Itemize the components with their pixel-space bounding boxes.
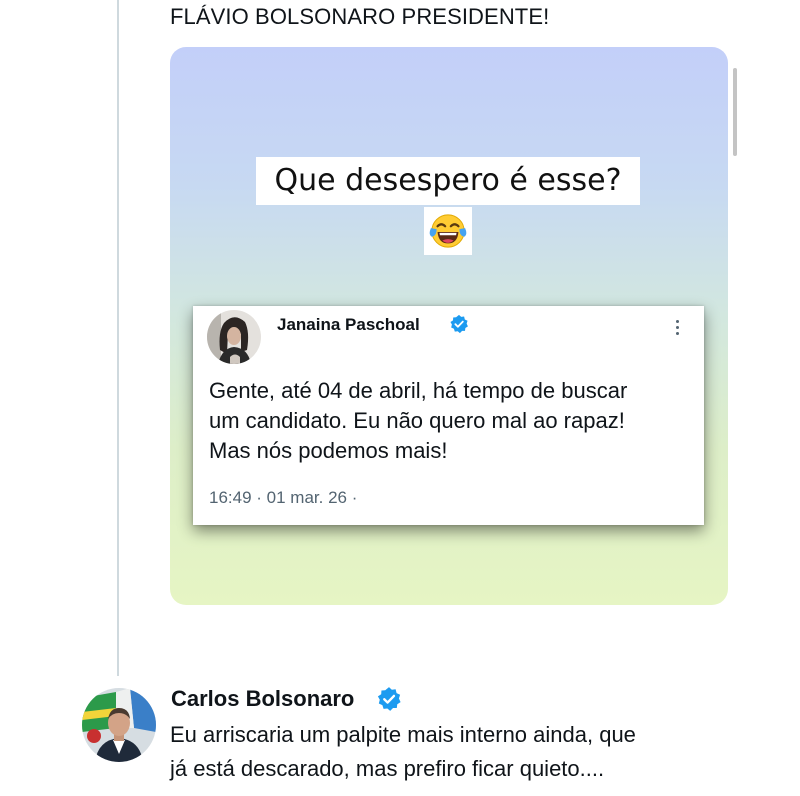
reply-text-line: já está descarado, mas prefiro ficar qui… xyxy=(170,756,605,781)
embedded-tweet-text: Gente, até 04 de abril, há tempo de busc… xyxy=(209,376,699,466)
reply-text-line: Eu arriscaria um palpite mais interno ai… xyxy=(170,722,636,747)
verified-badge-icon xyxy=(376,686,402,717)
post-text: FLÁVIO BOLSONARO PRESIDENTE! xyxy=(170,4,550,29)
scrollbar-thumb[interactable] xyxy=(733,68,737,156)
thread-connector-line xyxy=(117,0,119,676)
reply-text: Eu arriscaria um palpite mais interno ai… xyxy=(170,718,770,786)
image-headline: Que desespero é esse? xyxy=(256,157,640,205)
embedded-author-avatar xyxy=(207,310,261,364)
embedded-text-line: Mas nós podemos mais! xyxy=(209,438,448,463)
embedded-tweet-timestamp: 16:49 · 01 mar. 26 · xyxy=(209,488,358,507)
embedded-tweet-card: Janaina Paschoal Gente, até 04 de abril,… xyxy=(193,306,704,525)
verified-badge-icon xyxy=(449,314,469,339)
embedded-author-name: Janaina Paschoal xyxy=(277,315,420,334)
embedded-text-line: Gente, até 04 de abril, há tempo de busc… xyxy=(209,378,628,403)
reply-author-avatar[interactable] xyxy=(82,688,156,762)
embedded-text-line: um candidato. Eu não quero mal ao rapaz! xyxy=(209,408,625,433)
tears-of-joy-emoji-icon xyxy=(424,207,472,255)
reply-author-name[interactable]: Carlos Bolsonaro xyxy=(171,686,354,712)
more-options-icon xyxy=(676,320,680,338)
